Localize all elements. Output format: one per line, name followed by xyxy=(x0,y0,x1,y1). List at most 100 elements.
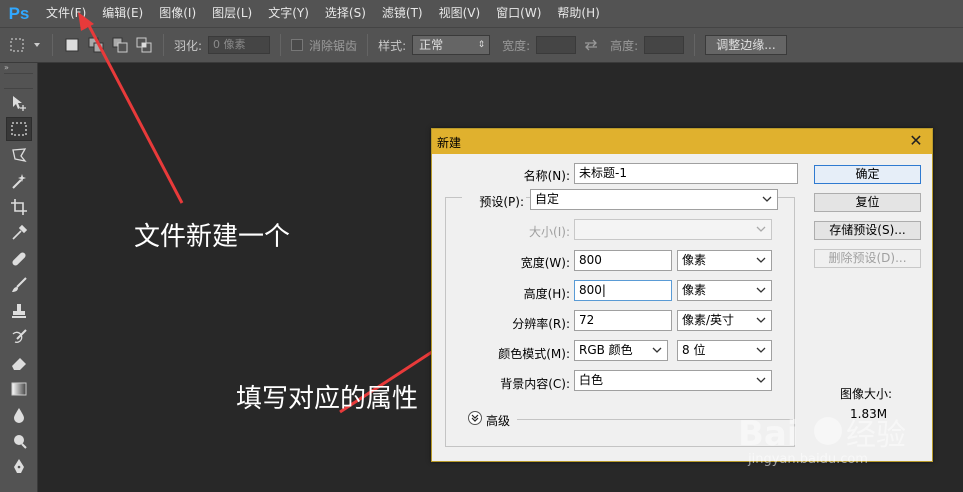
name-label: 名称(N): xyxy=(523,169,570,183)
crop-tool-icon[interactable] xyxy=(6,195,32,219)
magic-wand-tool-icon[interactable] xyxy=(6,169,32,193)
background-select[interactable]: 白色 xyxy=(574,370,772,391)
image-size-label: 图像大小: xyxy=(840,387,893,401)
chevron-down-icon xyxy=(756,287,766,293)
chevron-down-icon xyxy=(762,196,772,202)
chevron-down-icon xyxy=(756,257,766,263)
svg-text:Bai: Bai xyxy=(738,414,799,454)
eyedropper-tool-icon[interactable] xyxy=(6,221,32,245)
divider xyxy=(163,34,164,56)
menu-help[interactable]: 帮助(H) xyxy=(549,0,607,27)
bit-depth-value: 8 位 xyxy=(682,343,706,357)
color-mode-select[interactable]: RGB 颜色 xyxy=(574,340,668,361)
dialog-titlebar[interactable]: 新建 ✕ xyxy=(432,129,932,154)
close-icon[interactable]: ✕ xyxy=(906,131,926,151)
menu-type[interactable]: 文字(Y) xyxy=(260,0,317,27)
divider xyxy=(367,34,369,56)
menu-view[interactable]: 视图(V) xyxy=(431,0,489,27)
new-selection-icon[interactable] xyxy=(63,36,81,54)
antialias-label: 消除锯齿 xyxy=(309,38,358,53)
healing-brush-tool-icon[interactable] xyxy=(6,247,32,271)
chevron-down-icon[interactable] xyxy=(32,36,42,54)
delete-preset-button[interactable]: 删除预设(D)... xyxy=(814,249,921,268)
annotation-new-file: 文件新建一个 xyxy=(134,222,291,252)
height-input[interactable]: 800| xyxy=(574,280,672,301)
reset-button[interactable]: 复位 xyxy=(814,193,921,212)
menu-edit[interactable]: 编辑(E) xyxy=(94,0,151,27)
resolution-input[interactable]: 72 xyxy=(574,310,672,331)
height-input[interactable] xyxy=(644,36,685,54)
advanced-toggle-icon[interactable] xyxy=(468,411,482,425)
lasso-tool-icon[interactable] xyxy=(6,143,32,167)
chevron-down-icon xyxy=(756,226,766,232)
menu-image[interactable]: 图像(I) xyxy=(151,0,204,27)
resolution-unit-value: 像素/英寸 xyxy=(682,313,735,327)
menu-filter[interactable]: 滤镜(T) xyxy=(374,0,431,27)
eraser-tool-icon[interactable] xyxy=(6,351,32,375)
gradient-tool-icon[interactable] xyxy=(6,377,32,401)
background-label: 背景内容(C): xyxy=(500,377,570,391)
size-select[interactable] xyxy=(574,219,772,240)
history-brush-tool-icon[interactable] xyxy=(6,325,32,349)
antialias-checkbox[interactable] xyxy=(291,39,304,51)
add-to-selection-icon[interactable] xyxy=(87,36,105,54)
watermark-url: jingyan.baidu.com xyxy=(748,452,868,467)
preset-value: 自定 xyxy=(535,192,560,206)
height-label: 高度: xyxy=(610,38,639,53)
advanced-label: 高级 xyxy=(486,414,511,428)
chevron-down-icon xyxy=(756,347,766,353)
style-select[interactable]: 正常 xyxy=(412,35,491,55)
color-mode-label: 颜色模式(M): xyxy=(498,347,570,361)
menu-layer[interactable]: 图层(L) xyxy=(204,0,260,27)
swap-arrows-icon[interactable] xyxy=(582,36,600,54)
name-input[interactable]: 未标题-1 xyxy=(574,163,798,184)
ps-logo: Ps xyxy=(8,3,30,23)
feather-input[interactable]: 0 像素 xyxy=(208,36,271,54)
marquee-tool-icon[interactable] xyxy=(6,117,32,141)
save-preset-button[interactable]: 存储预设(S)... xyxy=(814,221,921,240)
bit-depth-select[interactable]: 8 位 xyxy=(677,340,772,361)
dialog-title: 新建 xyxy=(437,136,462,150)
width-label: 宽度: xyxy=(502,38,531,53)
width-input[interactable] xyxy=(536,36,577,54)
divider xyxy=(52,34,53,56)
tools-panel: » xyxy=(0,63,38,492)
height-label: 高度(H): xyxy=(523,287,570,301)
width-input[interactable]: 800 xyxy=(574,250,672,271)
brush-tool-icon[interactable] xyxy=(6,273,32,297)
ok-button[interactable]: 确定 xyxy=(814,165,921,184)
preset-select[interactable]: 自定 xyxy=(530,189,778,210)
resolution-unit-select[interactable]: 像素/英寸 xyxy=(677,310,772,331)
resolution-label: 分辨率(R): xyxy=(512,317,570,331)
menu-window[interactable]: 窗口(W) xyxy=(488,0,549,27)
size-label: 大小(I): xyxy=(529,225,570,239)
divider xyxy=(694,34,696,56)
dodge-tool-icon[interactable] xyxy=(6,429,32,453)
divider xyxy=(280,34,282,56)
width-label: 宽度(W): xyxy=(520,256,570,270)
preset-label: 预设(P): xyxy=(462,193,526,210)
menu-select[interactable]: 选择(S) xyxy=(317,0,374,27)
height-unit-select[interactable]: 像素 xyxy=(677,280,772,301)
color-mode-value: RGB 颜色 xyxy=(579,343,633,357)
options-bar: 羽化: 0 像素 消除锯齿 样式: 正常 宽度: 高度: 调整边缘... xyxy=(0,27,963,63)
menu-bar: Ps 文件(F) 编辑(E) 图像(I) 图层(L) 文字(Y) 选择(S) 滤… xyxy=(0,0,963,27)
blur-tool-icon[interactable] xyxy=(6,403,32,427)
refine-edge-button[interactable]: 调整边缘... xyxy=(705,35,787,55)
menu-file[interactable]: 文件(F) xyxy=(38,0,94,27)
pen-tool-icon[interactable] xyxy=(6,455,32,479)
chevron-down-icon xyxy=(756,317,766,323)
collapse-panel-icon[interactable]: » xyxy=(0,63,37,73)
svg-text:经验: 经验 xyxy=(846,418,906,453)
panel-grip[interactable] xyxy=(4,73,33,89)
annotation-fill-properties: 填写对应的属性 xyxy=(236,384,419,414)
marquee-tool-preset-icon[interactable] xyxy=(8,36,26,54)
height-unit-value: 像素 xyxy=(682,283,707,297)
stamp-tool-icon[interactable] xyxy=(6,299,32,323)
move-tool-icon[interactable] xyxy=(6,91,32,115)
chevron-down-icon xyxy=(756,377,766,383)
intersect-selection-icon[interactable] xyxy=(135,36,153,54)
width-unit-select[interactable]: 像素 xyxy=(677,250,772,271)
width-unit-value: 像素 xyxy=(682,253,707,267)
subtract-from-selection-icon[interactable] xyxy=(111,36,129,54)
